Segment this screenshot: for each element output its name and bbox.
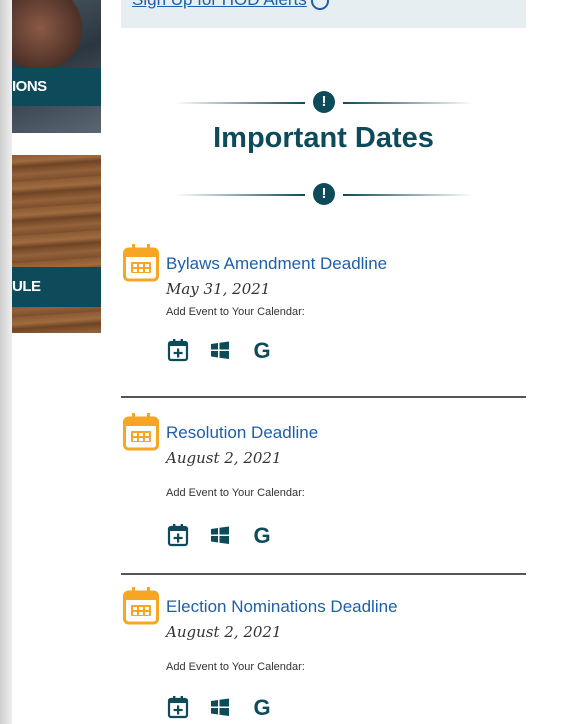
exclamation-icon: !	[313, 91, 335, 113]
google-icon[interactable]: G	[251, 338, 273, 362]
alert-signup-link-text: Sign Up for HOD Alerts	[132, 0, 307, 9]
promo-label: ULE	[12, 278, 41, 295]
section-divider-top: !	[175, 91, 473, 115]
add-to-calendar-label: Add Event to Your Calendar:	[166, 306, 305, 318]
divider-line	[343, 102, 473, 104]
event-date: August 2, 2021	[166, 449, 282, 467]
event-title-link[interactable]: Election Nominations Deadline	[166, 597, 398, 617]
promo-card-2[interactable]: ULE	[12, 155, 101, 333]
svg-text:G: G	[253, 695, 270, 719]
exclamation-icon: !	[313, 183, 335, 205]
promo-label-band: IONS	[12, 68, 101, 106]
event-date: August 2, 2021	[166, 623, 282, 641]
event-divider	[121, 573, 526, 575]
event-date: May 31, 2021	[166, 280, 271, 298]
divider-line	[175, 194, 305, 196]
promo-card-1[interactable]: IONS	[12, 0, 101, 133]
add-calendar-icon[interactable]	[167, 523, 189, 547]
arrow-circle-icon	[310, 0, 329, 10]
windows-icon[interactable]	[209, 338, 231, 362]
calendar-icon	[123, 244, 159, 282]
divider-line	[343, 194, 473, 196]
add-calendar-icon[interactable]	[167, 338, 189, 362]
svg-text:G: G	[253, 523, 270, 547]
section-title: Important Dates	[213, 122, 434, 154]
promo-label: IONS	[12, 78, 47, 95]
add-to-calendar-label: Add Event to Your Calendar:	[166, 661, 305, 673]
divider-line	[175, 102, 305, 104]
svg-text:G: G	[253, 338, 270, 362]
google-icon[interactable]: G	[251, 695, 273, 719]
event-title-link[interactable]: Bylaws Amendment Deadline	[166, 254, 387, 274]
promo-label-band: ULE	[12, 267, 101, 307]
google-icon[interactable]: G	[251, 523, 273, 547]
add-calendar-icon[interactable]	[167, 695, 189, 719]
alert-signup-link[interactable]: Sign Up for HOD Alerts	[132, 0, 329, 10]
windows-icon[interactable]	[209, 695, 231, 719]
calendar-icon	[123, 587, 159, 625]
event-divider	[121, 396, 526, 398]
page-edge-shadow	[0, 0, 12, 724]
windows-icon[interactable]	[209, 523, 231, 547]
add-to-calendar-label: Add Event to Your Calendar:	[166, 487, 305, 499]
calendar-icon	[123, 413, 159, 451]
section-divider-bottom: !	[175, 183, 473, 207]
event-title-link[interactable]: Resolution Deadline	[166, 423, 318, 443]
promo-photo	[12, 0, 82, 70]
alert-signup-box: Sign Up for HOD Alerts	[121, 0, 526, 28]
